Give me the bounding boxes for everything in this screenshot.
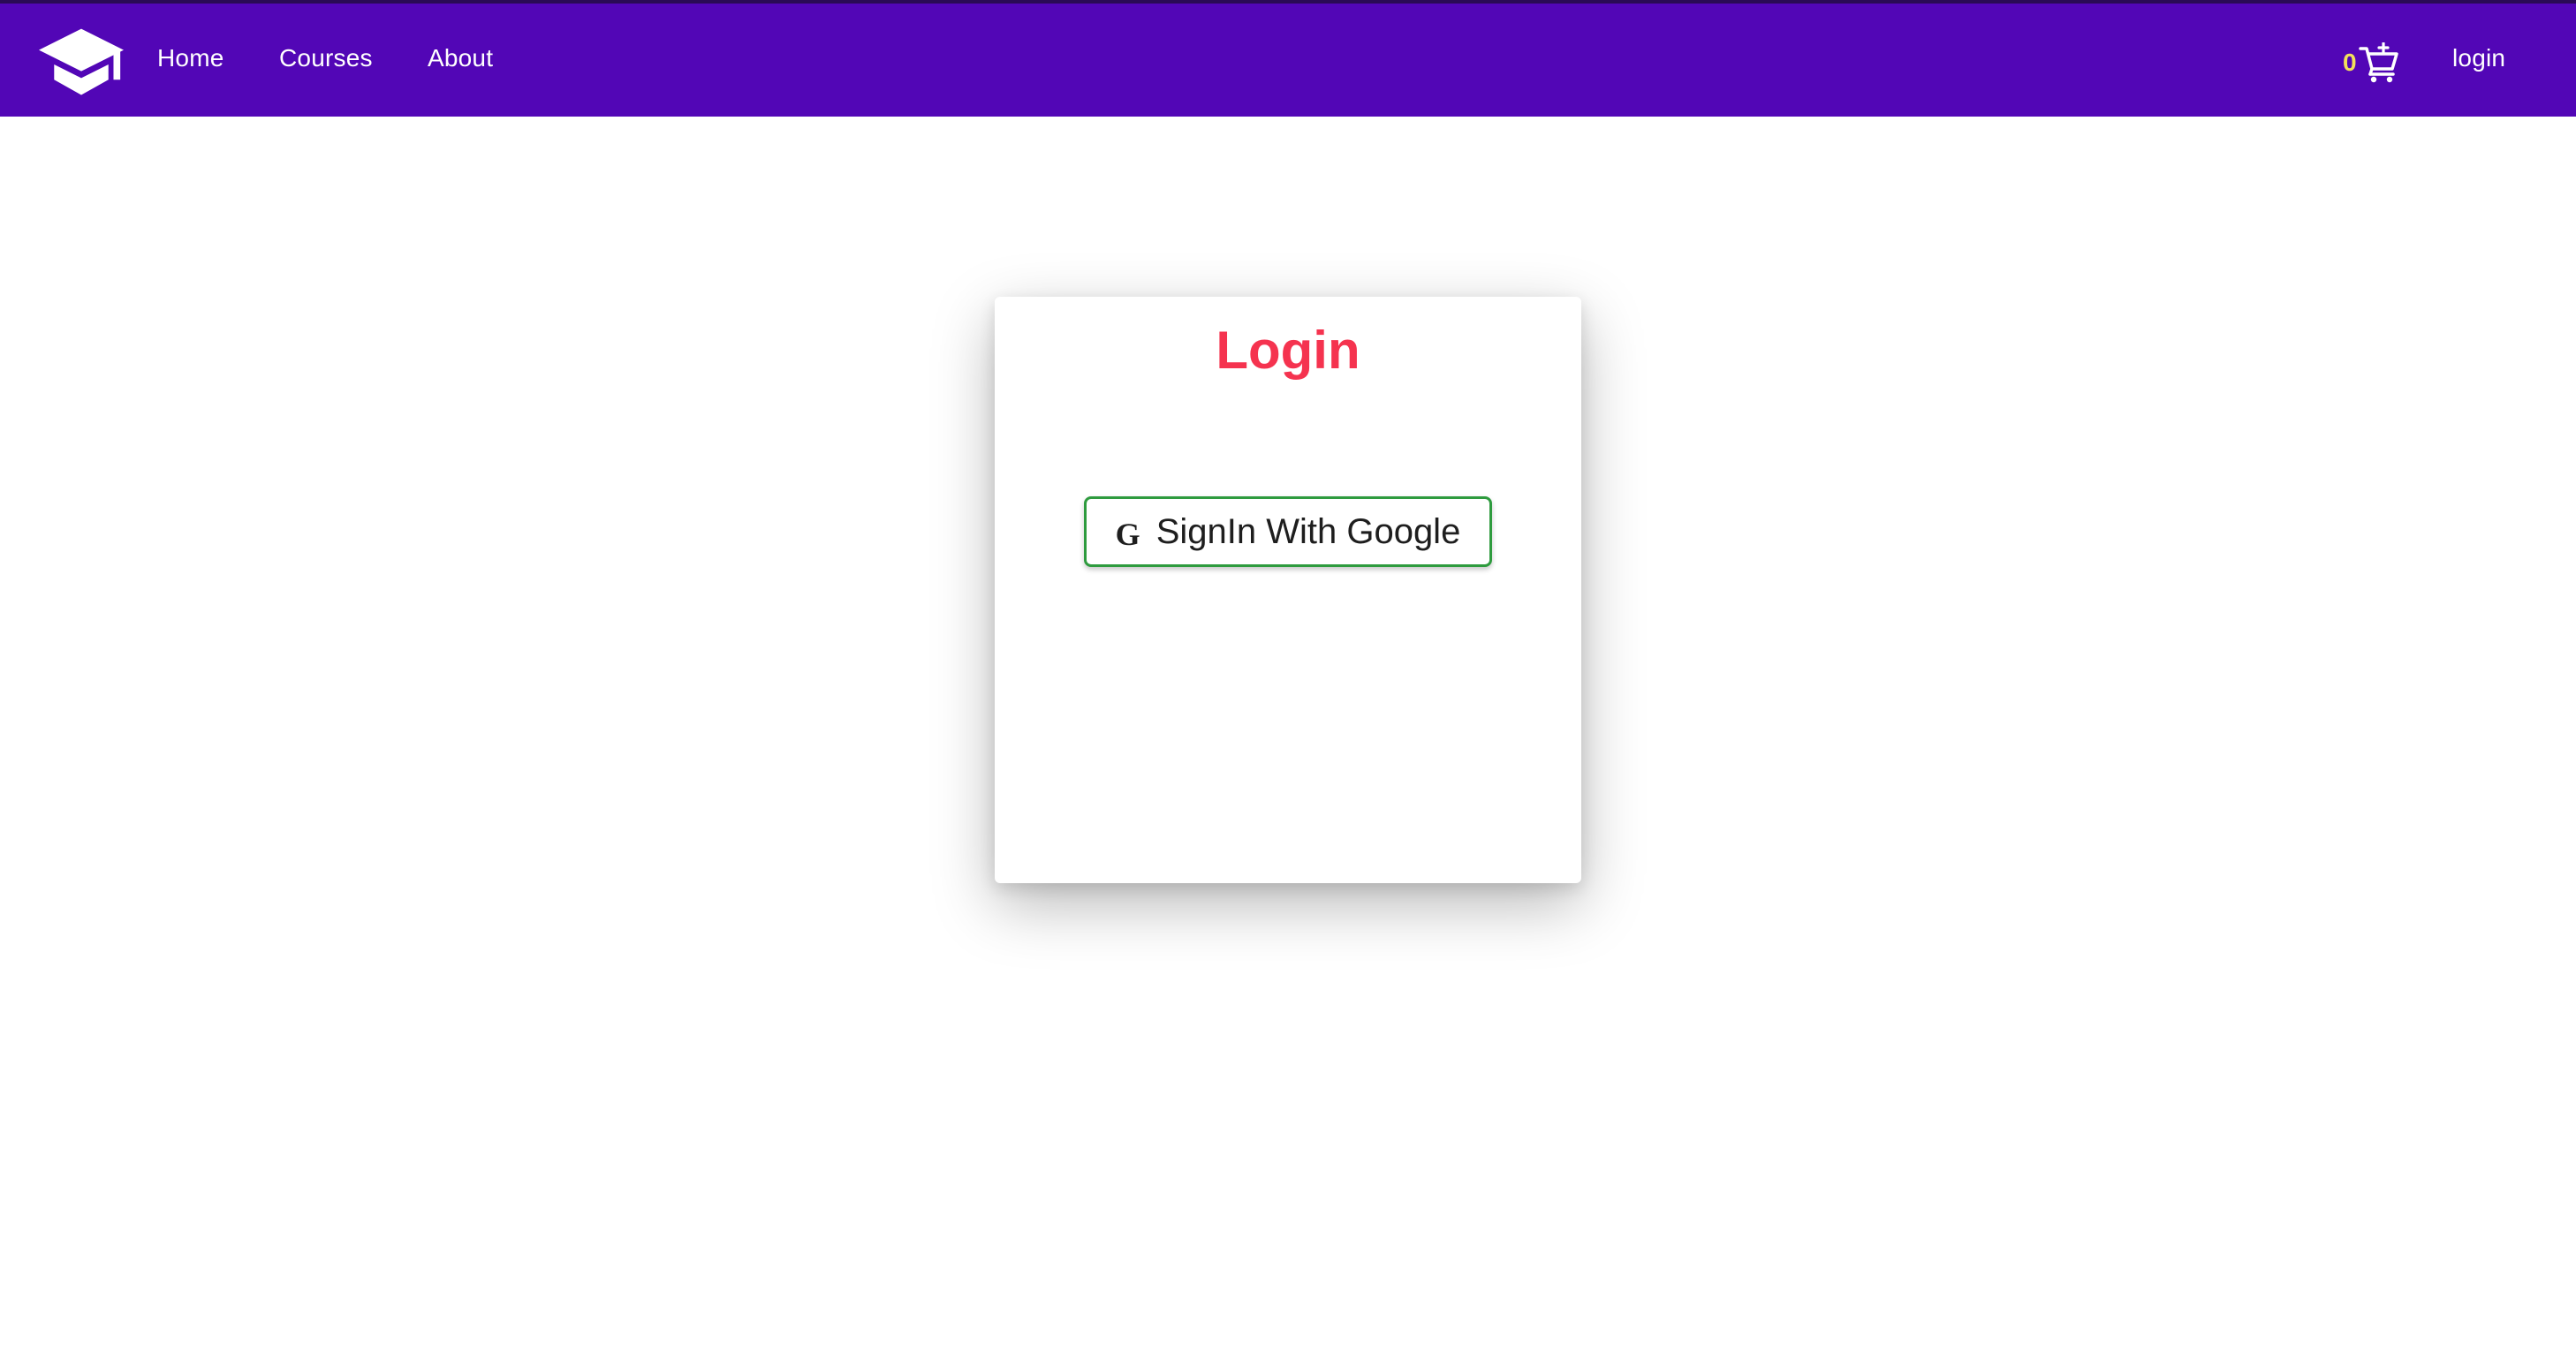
add-to-cart-icon (2358, 42, 2398, 83)
nav-login-link[interactable]: login (2452, 44, 2505, 72)
signin-google-button[interactable]: G SignIn With Google (1084, 496, 1492, 567)
cart-button[interactable]: 0 (2343, 41, 2399, 85)
google-icon: G (1115, 517, 1140, 552)
login-title: Login (1216, 321, 1360, 380)
nav-courses-link[interactable]: Courses (279, 44, 373, 72)
signin-google-label: SignIn With Google (1155, 511, 1461, 551)
nav-home-link[interactable]: Home (157, 44, 224, 72)
top-navbar: Home Courses About 0 login (0, 0, 2576, 117)
nav-about-link[interactable]: About (428, 44, 493, 72)
graduation-cap-icon[interactable] (39, 28, 124, 101)
login-card: Login G SignIn With Google (995, 297, 1581, 883)
cart-count-badge: 0 (2343, 49, 2357, 76)
